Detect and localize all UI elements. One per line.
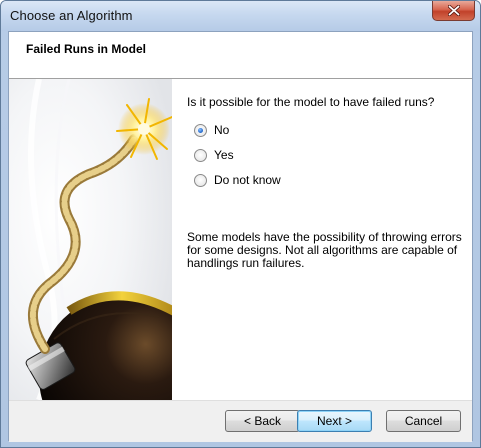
radio-label-yes[interactable]: Yes xyxy=(214,148,234,162)
wizard-header: Failed Runs in Model xyxy=(9,32,472,79)
radio-option-do-not-know[interactable]: Do not know xyxy=(194,172,281,188)
radio-label-no[interactable]: No xyxy=(214,123,229,137)
wizard-content: Is it possible for the model to have fai… xyxy=(9,79,472,400)
cancel-button[interactable]: Cancel xyxy=(386,410,461,432)
radio-label-do-not-know[interactable]: Do not know xyxy=(214,173,281,187)
dialog-window: Choose an Algorithm Failed Runs in Model xyxy=(0,0,481,448)
close-button[interactable] xyxy=(432,1,475,21)
bomb-illustration xyxy=(9,79,172,400)
dialog-client-area: Failed Runs in Model Is it possible for … xyxy=(8,31,473,442)
radio-option-no[interactable]: No xyxy=(194,122,229,138)
close-icon xyxy=(447,5,460,16)
radio-button-yes[interactable] xyxy=(194,148,207,162)
back-button[interactable]: < Back xyxy=(225,410,300,432)
window-title: Choose an Algorithm xyxy=(10,8,133,23)
question-text: Is it possible for the model to have fai… xyxy=(187,95,435,109)
page-title: Failed Runs in Model xyxy=(26,42,147,56)
next-button[interactable]: Next > xyxy=(297,410,372,432)
wizard-footer: < Back Next > Cancel xyxy=(9,400,472,442)
radio-button-do-not-know[interactable] xyxy=(194,173,207,187)
description-text: Some models have the possibility of thro… xyxy=(187,230,462,270)
radio-option-yes[interactable]: Yes xyxy=(194,147,234,163)
title-bar[interactable]: Choose an Algorithm xyxy=(1,1,480,31)
radio-button-no[interactable] xyxy=(194,123,207,137)
